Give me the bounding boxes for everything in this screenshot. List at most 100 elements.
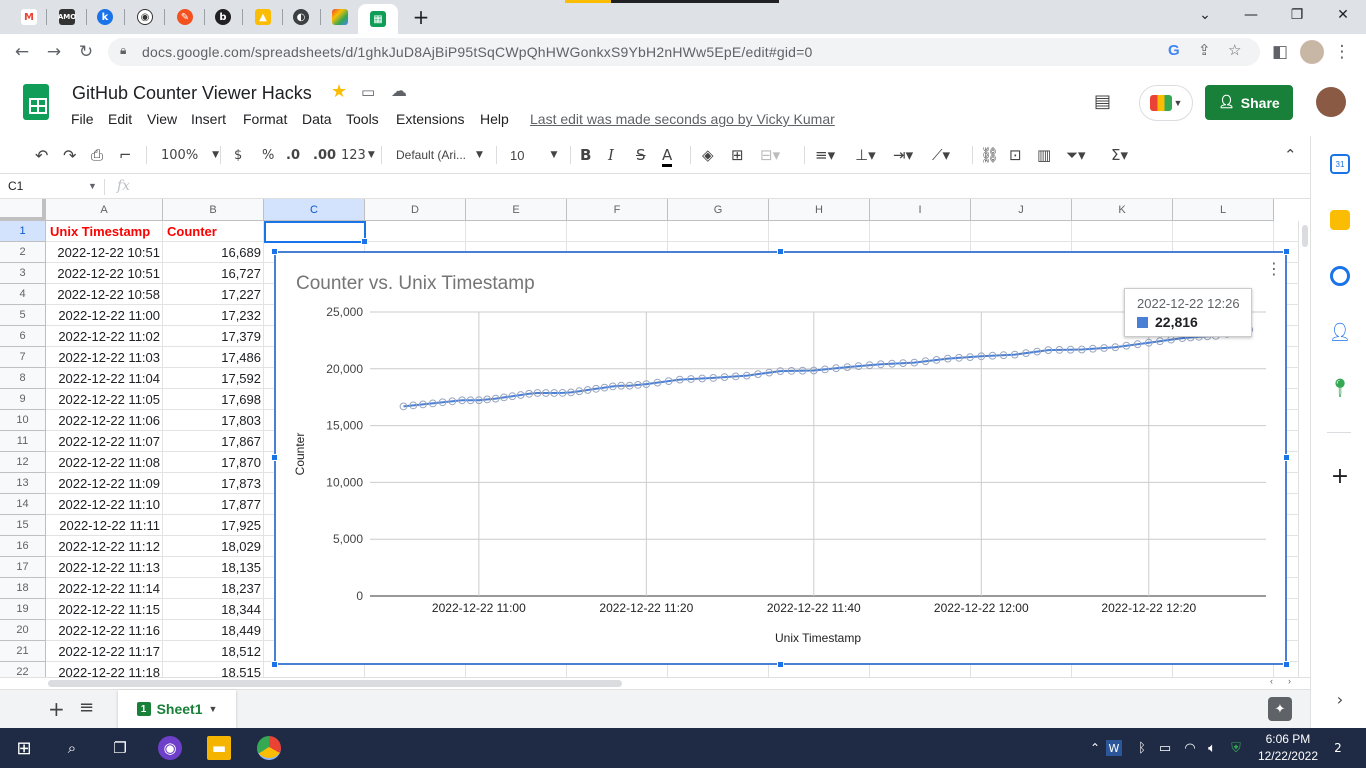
- tab-github[interactable]: ◉: [130, 4, 160, 30]
- tab-b[interactable]: b: [208, 4, 238, 30]
- column-header-g[interactable]: G: [668, 199, 769, 221]
- insert-chart-icon[interactable]: ▥: [1037, 145, 1051, 165]
- print-icon[interactable]: ⎙: [91, 145, 103, 165]
- reload-icon[interactable]: ↻: [74, 40, 98, 64]
- add-sheet-button[interactable]: +: [48, 697, 65, 721]
- all-sheets-button[interactable]: ≡: [79, 697, 94, 718]
- selected-cell-c1[interactable]: [264, 221, 366, 243]
- bluetooth-icon[interactable]: ᛒ: [1130, 736, 1154, 760]
- last-edit-link[interactable]: Last edit was made seconds ago by Vicky …: [530, 111, 835, 127]
- cell-counter[interactable]: 18,135: [164, 557, 264, 578]
- horizontal-align-icon[interactable]: ≡▾: [815, 145, 835, 165]
- cell-timestamp[interactable]: 2022-12-22 11:18: [47, 662, 163, 677]
- address-bar[interactable]: 🔒︎ docs.google.com/spreadsheets/d/1ghkJu…: [108, 38, 1260, 66]
- tab-search-icon[interactable]: ⌄: [1182, 4, 1228, 26]
- menu-data[interactable]: Data: [302, 111, 332, 127]
- show-hidden-icons[interactable]: ⌃: [1083, 736, 1107, 760]
- column-header-e[interactable]: E: [466, 199, 567, 221]
- minimize-icon[interactable]: —: [1228, 4, 1274, 26]
- resize-handle[interactable]: [271, 454, 278, 461]
- row-header-9[interactable]: 9: [0, 389, 46, 410]
- cell-counter[interactable]: 17,867: [164, 431, 264, 452]
- vertical-scroll-thumb[interactable]: [1302, 225, 1308, 247]
- row-header-15[interactable]: 15: [0, 515, 46, 536]
- cell-timestamp[interactable]: 2022-12-22 11:10: [47, 494, 163, 515]
- tab-k[interactable]: k: [90, 4, 120, 30]
- paint-format-icon[interactable]: ⌐: [119, 145, 132, 165]
- cell-counter[interactable]: 17,486: [164, 347, 264, 368]
- windows-start-icon[interactable]: ⊞: [12, 736, 36, 760]
- bold-button[interactable]: B: [580, 145, 591, 165]
- column-header-f[interactable]: F: [567, 199, 668, 221]
- lock-icon[interactable]: 🔒︎: [120, 43, 126, 58]
- cell-counter[interactable]: 17,803: [164, 410, 264, 431]
- github-desktop-icon[interactable]: ◉: [158, 736, 182, 760]
- cell-timestamp[interactable]: 2022-12-22 11:17: [47, 641, 163, 662]
- security-icon[interactable]: ⛨: [1224, 736, 1248, 760]
- menu-help[interactable]: Help: [480, 111, 509, 127]
- forward-icon[interactable]: →: [42, 40, 66, 64]
- cell-timestamp[interactable]: 2022-12-22 11:05: [47, 389, 163, 410]
- column-header-h[interactable]: H: [769, 199, 870, 221]
- font-size-select[interactable]: 10 ▼: [510, 145, 557, 165]
- cell-counter[interactable]: 17,877: [164, 494, 264, 515]
- cell-timestamp[interactable]: 2022-12-22 10:51: [47, 263, 163, 284]
- resize-handle[interactable]: [1283, 661, 1290, 668]
- menu-file[interactable]: File: [71, 111, 94, 127]
- tab-amo[interactable]: AMO: [52, 4, 82, 30]
- back-icon[interactable]: ←: [10, 40, 34, 64]
- fill-handle[interactable]: [361, 238, 368, 245]
- keep-icon[interactable]: [1330, 210, 1350, 230]
- menu-extensions[interactable]: Extensions: [396, 111, 464, 127]
- functions-icon[interactable]: Σ▾: [1111, 145, 1128, 165]
- user-avatar[interactable]: [1316, 87, 1346, 117]
- restore-icon[interactable]: ❐: [1274, 4, 1320, 26]
- row-header-16[interactable]: 16: [0, 536, 46, 557]
- cell-timestamp[interactable]: 2022-12-22 11:08: [47, 452, 163, 473]
- cell-counter[interactable]: 18,029: [164, 536, 264, 557]
- fill-color-icon[interactable]: ◈: [702, 145, 714, 165]
- cell-counter[interactable]: 18,344: [164, 599, 264, 620]
- cell-timestamp[interactable]: 2022-12-22 11:04: [47, 368, 163, 389]
- merge-cells-icon[interactable]: ⊟▾: [760, 145, 780, 165]
- redo-icon[interactable]: ↷: [63, 145, 76, 165]
- text-wrap-icon[interactable]: ⇥▾: [893, 145, 913, 165]
- more-menu-icon[interactable]: ⋮: [1330, 40, 1354, 64]
- file-explorer-icon[interactable]: ▬: [207, 736, 231, 760]
- cell-timestamp[interactable]: 2022-12-22 11:07: [47, 431, 163, 452]
- vertical-align-icon[interactable]: ⊥▾: [855, 145, 876, 165]
- currency-format-button[interactable]: $: [234, 145, 242, 165]
- cell-b1[interactable]: Counter: [164, 221, 264, 242]
- row-header-20[interactable]: 20: [0, 620, 46, 641]
- menu-view[interactable]: View: [147, 111, 177, 127]
- cell-timestamp[interactable]: 2022-12-22 11:09: [47, 473, 163, 494]
- show-side-panel-icon[interactable]: ›: [1330, 689, 1350, 709]
- cell-timestamp[interactable]: 2022-12-22 11:11: [47, 515, 163, 536]
- column-header-b[interactable]: B: [163, 199, 264, 221]
- select-all-corner[interactable]: [0, 199, 46, 221]
- cell-counter[interactable]: 18,515: [164, 662, 264, 677]
- resize-handle[interactable]: [777, 661, 784, 668]
- task-view-icon[interactable]: ❐: [108, 736, 132, 760]
- name-box-dropdown-icon[interactable]: ▼: [88, 181, 97, 191]
- cell-timestamp[interactable]: 2022-12-22 10:51: [47, 242, 163, 263]
- document-title[interactable]: GitHub Counter Viewer Hacks: [72, 83, 312, 104]
- borders-icon[interactable]: ⊞: [731, 145, 744, 165]
- cell-timestamp[interactable]: 2022-12-22 11:12: [47, 536, 163, 557]
- cell-timestamp[interactable]: 2022-12-22 11:16: [47, 620, 163, 641]
- cell-counter[interactable]: 17,227: [164, 284, 264, 305]
- cell-counter[interactable]: 16,689: [164, 242, 264, 263]
- insert-comment-icon[interactable]: ⊡: [1009, 145, 1022, 165]
- notifications-icon[interactable]: 2: [1326, 736, 1350, 760]
- side-panel-icon[interactable]: ◧: [1268, 40, 1292, 64]
- get-addons-icon[interactable]: +: [1330, 464, 1350, 489]
- cell-timestamp[interactable]: 2022-12-22 11:06: [47, 410, 163, 431]
- url-text[interactable]: docs.google.com/spreadsheets/d/1ghkJuD8A…: [142, 44, 813, 60]
- formula-input[interactable]: [147, 175, 1310, 199]
- cell-counter[interactable]: 16,727: [164, 263, 264, 284]
- cell-a1[interactable]: Unix Timestamp: [47, 221, 163, 242]
- meet-button[interactable]: ▼: [1139, 85, 1193, 121]
- collapse-menus-icon[interactable]: ⌃: [1284, 145, 1297, 165]
- horizontal-scroll-thumb[interactable]: [48, 680, 622, 687]
- zoom-select[interactable]: 100% ▼: [161, 145, 219, 165]
